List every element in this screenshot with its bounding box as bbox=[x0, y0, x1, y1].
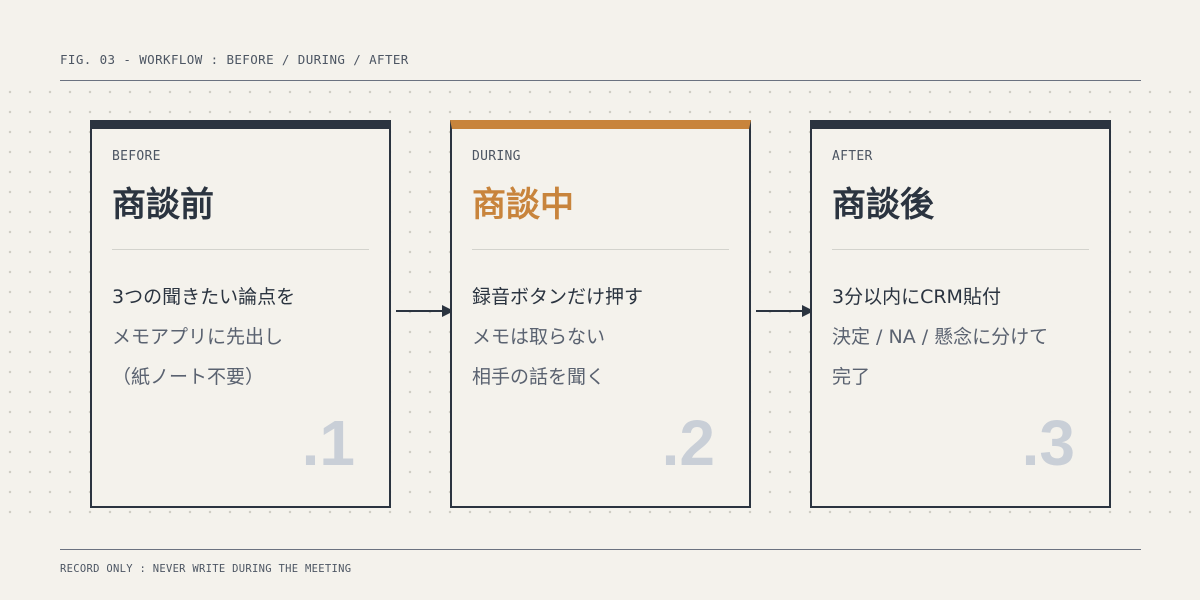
stage-line: メモアプリに先出し bbox=[112, 326, 284, 348]
stage-line: 完了 bbox=[832, 366, 871, 388]
figure-caption: FIG. 03 - WORKFLOW : BEFORE / DURING / A… bbox=[60, 52, 409, 67]
stage-lines: 録音ボタンだけ押す メモは取らない 相手の話を聞く bbox=[472, 277, 734, 397]
card-divider bbox=[832, 249, 1089, 250]
stage-line: 録音ボタンだけ押す bbox=[472, 286, 644, 308]
header-band bbox=[0, 0, 1200, 82]
header-rule bbox=[60, 80, 1141, 81]
arrow-right-icon bbox=[396, 305, 454, 317]
stage-line: 3分以内にCRM貼付 bbox=[832, 286, 1001, 308]
stage-line: 相手の話を聞く bbox=[472, 366, 606, 388]
stage-label: AFTER bbox=[832, 149, 873, 164]
arrow-right-icon bbox=[756, 305, 814, 317]
stage-card-during: DURING 商談中 録音ボタンだけ押す メモは取らない 相手の話を聞く .2 bbox=[450, 120, 751, 508]
stage-lines: 3つの聞きたい論点を メモアプリに先出し （紙ノート不要） bbox=[112, 277, 374, 397]
card-divider bbox=[112, 249, 369, 250]
card-divider bbox=[472, 249, 729, 250]
step-number: .1 bbox=[301, 407, 355, 479]
step-number: .3 bbox=[1021, 407, 1075, 479]
stage-label: DURING bbox=[472, 149, 521, 164]
stage-line: メモは取らない bbox=[472, 326, 606, 348]
stage-card-before: BEFORE 商談前 3つの聞きたい論点を メモアプリに先出し （紙ノート不要）… bbox=[90, 120, 391, 508]
footer-note: RECORD ONLY : NEVER WRITE DURING THE MEE… bbox=[60, 563, 352, 575]
stage-line: 3つの聞きたい論点を bbox=[112, 286, 296, 308]
stage-line: （紙ノート不要） bbox=[112, 366, 265, 388]
stage-title: 商談中 bbox=[472, 185, 574, 225]
stage-label: BEFORE bbox=[112, 149, 161, 164]
step-number: .2 bbox=[661, 407, 715, 479]
stage-card-after: AFTER 商談後 3分以内にCRM貼付 決定 / NA / 懸念に分けて 完了… bbox=[810, 120, 1111, 508]
stage-lines: 3分以内にCRM貼付 決定 / NA / 懸念に分けて 完了 bbox=[832, 277, 1094, 397]
stage-line: 決定 / NA / 懸念に分けて bbox=[832, 326, 1049, 348]
footer-rule bbox=[60, 549, 1141, 550]
stage-title: 商談前 bbox=[112, 185, 214, 225]
stage-title: 商談後 bbox=[832, 185, 934, 225]
